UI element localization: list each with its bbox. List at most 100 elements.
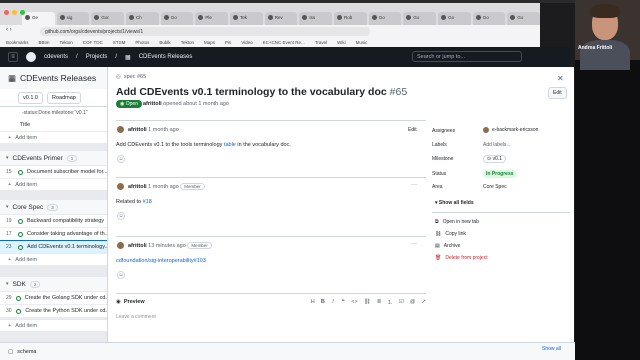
browser-tab[interactable]: Rob xyxy=(334,12,367,25)
quote-icon[interactable]: ❝ xyxy=(341,299,345,305)
open-in-new-tab-button[interactable]: ⧉ Open in new tab xyxy=(435,219,479,225)
group-header[interactable]: ▾ CDEvents Primer 1 xyxy=(0,151,110,165)
browser-tab[interactable]: Gor xyxy=(91,12,125,25)
link-icon[interactable]: ⛓ xyxy=(364,299,371,305)
browser-tab[interactable]: Go xyxy=(507,12,540,25)
zoom-window-icon[interactable] xyxy=(20,10,25,15)
tab-roadmap[interactable]: Roadmap xyxy=(46,91,81,104)
add-reaction-icon[interactable]: ☺ xyxy=(117,271,125,279)
bookmark-item[interactable]: Maps xyxy=(204,40,215,45)
browser-tab[interactable]: Tek xyxy=(230,12,263,25)
comment-time[interactable]: 1 month ago xyxy=(148,184,179,190)
edit-title-button[interactable]: Edit xyxy=(548,87,567,99)
delete-from-project-button[interactable]: 🗑 Delete from project xyxy=(435,255,488,261)
task-list-icon[interactable]: ☑ xyxy=(399,299,404,305)
avatar[interactable] xyxy=(117,242,124,249)
bookmark-item[interactable]: Pis xyxy=(225,40,231,45)
comment-input[interactable]: Leave a comment xyxy=(116,314,156,320)
browser-tab[interactable]: Rev xyxy=(264,12,298,25)
comment-author[interactable]: afrittoli xyxy=(128,127,147,133)
menu-icon[interactable]: ≡ xyxy=(8,52,18,62)
table-row[interactable]: 17 Consider taking advantage of th... xyxy=(0,228,110,241)
row-title[interactable]: Consider taking advantage of th... xyxy=(27,231,109,237)
add-reaction-icon[interactable]: ☺ xyxy=(117,155,125,163)
add-item-button[interactable]: + Add item xyxy=(0,254,110,265)
browser-tab[interactable]: Go xyxy=(403,12,437,25)
url-field[interactable]: github.com/orgs/cdevents/projects/1/view… xyxy=(40,27,370,36)
bookmark-item[interactable]: Tekton xyxy=(60,40,73,45)
table-row[interactable]: 30 Create the Python SDK under cd... xyxy=(0,305,110,318)
close-window-icon[interactable] xyxy=(4,10,9,15)
bookmark-item[interactable]: Bublk xyxy=(159,40,170,45)
issue-author[interactable]: afrittoli xyxy=(143,101,162,107)
row-title[interactable]: Backward compatibility strategy xyxy=(27,218,104,224)
browser-tab[interactable]: Ge xyxy=(22,12,55,25)
comment-link[interactable]: table xyxy=(224,142,236,148)
row-title[interactable]: Add CDEvents v0.1 terminology... xyxy=(27,244,109,250)
breadcrumb-org[interactable]: cdevents xyxy=(44,54,68,60)
reference-icon[interactable]: ↗ xyxy=(421,299,426,305)
group-header[interactable]: ▾ SDK 2 xyxy=(0,277,110,291)
milestone-field[interactable]: ⊙ v0.1 xyxy=(483,155,507,163)
issue-repo-ref[interactable]: ◎ spec #65 xyxy=(116,74,146,80)
status-field[interactable]: In Progress xyxy=(483,170,517,178)
area-field[interactable]: Core Spec xyxy=(483,184,507,190)
avatar[interactable] xyxy=(117,126,124,133)
collapse-icon[interactable]: ▾ xyxy=(6,155,9,161)
kebab-menu-icon[interactable]: ··· xyxy=(411,182,417,188)
heading-icon[interactable]: H xyxy=(311,299,315,305)
archive-button[interactable]: ▤ Archive xyxy=(435,243,460,249)
comment-link[interactable]: cdfoundation/sig-interoperability#103 xyxy=(116,258,206,264)
ordered-list-icon[interactable]: ⒈ xyxy=(387,298,393,306)
bookmark-item[interactable]: KC+CNC Event Re... xyxy=(263,40,305,45)
filter-input[interactable]: -status:Done milestone:"v0.1" xyxy=(0,107,110,119)
bookmark-item[interactable]: Video xyxy=(241,40,252,45)
row-title[interactable]: Document subscriber model for... xyxy=(27,169,108,175)
browser-tab[interactable]: Go xyxy=(368,12,402,25)
collapse-icon[interactable]: ▾ xyxy=(6,281,9,287)
add-reaction-icon[interactable]: ☺ xyxy=(117,212,125,220)
code-icon[interactable]: <> xyxy=(351,299,357,305)
show-all-fields-button[interactable]: ▾ Show all fields xyxy=(435,200,474,206)
minimize-window-icon[interactable] xyxy=(12,10,17,15)
copy-link-button[interactable]: ⛓ Copy link xyxy=(435,231,466,237)
italic-icon[interactable]: I xyxy=(331,299,335,305)
browser-tab[interactable]: Ple xyxy=(195,12,229,25)
nav-arrows-icon[interactable]: ‹ › xyxy=(6,27,12,33)
comment-author[interactable]: afrittoli xyxy=(128,243,147,249)
table-row[interactable]: 19 Backward compatibility strategy xyxy=(0,215,110,228)
group-header[interactable]: ▾ Core Spec 3 xyxy=(0,200,110,214)
browser-tab[interactable]: Iss xyxy=(299,12,333,25)
bookmark-item[interactable]: Travel xyxy=(315,40,327,45)
collapse-icon[interactable]: ▾ xyxy=(6,204,9,210)
breadcrumb-projects[interactable]: Projects xyxy=(86,54,108,60)
labels-field[interactable]: Add labels... xyxy=(483,142,511,148)
table-row[interactable]: 15 Document subscriber model for... xyxy=(0,166,110,179)
global-search-input[interactable]: Search or jump to... xyxy=(412,51,522,62)
table-row-selected[interactable]: 23 Add CDEvents v0.1 terminology... xyxy=(0,240,111,255)
download-file[interactable]: schema xyxy=(17,349,36,355)
bookmark-item[interactable]: Tekton xyxy=(181,40,194,45)
row-title[interactable]: Create the Golang SDK under cd... xyxy=(25,295,110,301)
browser-tab[interactable]: Go xyxy=(160,12,194,25)
add-item-button[interactable]: + Add item xyxy=(0,320,110,331)
comment-time[interactable]: 13 minutes ago xyxy=(148,243,186,249)
row-title[interactable]: Create the Python SDK under cd... xyxy=(25,308,110,314)
avatar[interactable] xyxy=(117,183,124,190)
add-item-button[interactable]: + Add item xyxy=(0,179,110,190)
assignee[interactable]: e-backmark-ericsson xyxy=(483,127,538,133)
tab-preview[interactable]: ◉ Preview xyxy=(116,299,145,305)
kebab-menu-icon[interactable]: ··· xyxy=(411,241,417,247)
bookmark-item[interactable]: COF TOC xyxy=(83,40,103,45)
bookmark-item[interactable]: BBtm xyxy=(39,40,50,45)
comment-author[interactable]: afrittoli xyxy=(128,184,147,190)
tab-v010[interactable]: v0.1.0 xyxy=(18,91,43,104)
bookmark-item[interactable]: STSM xyxy=(113,40,126,45)
list-icon[interactable]: ≣ xyxy=(377,299,382,305)
browser-tab[interactable]: Ch xyxy=(126,12,159,25)
comment-link[interactable]: #18 xyxy=(143,199,152,205)
add-item-button[interactable]: + Add item xyxy=(0,132,110,143)
bookmark-item[interactable]: Music xyxy=(356,40,368,45)
bookmark-item[interactable]: Bookmarks xyxy=(6,40,29,45)
bookmark-item[interactable]: Wiki xyxy=(337,40,346,45)
